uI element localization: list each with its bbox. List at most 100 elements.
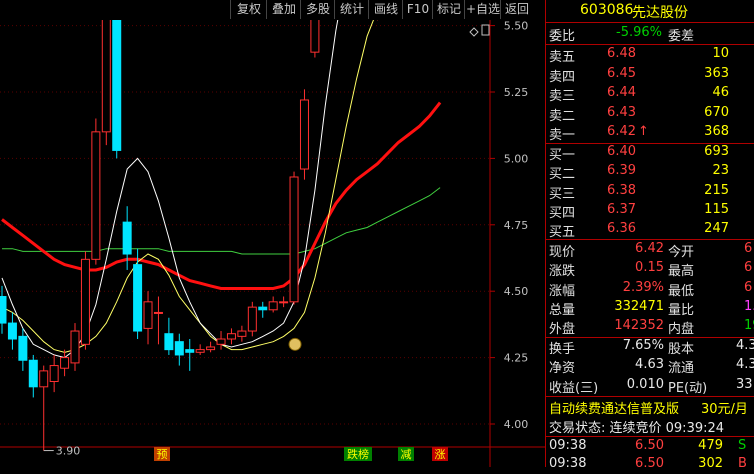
stat-value: 6 — [744, 260, 753, 276]
stat-label: 流通 — [668, 361, 695, 377]
y-tick-label: 5.00 — [504, 152, 529, 165]
tick-price: 6.50 — [635, 456, 664, 471]
buy-volume: 215 — [704, 182, 729, 198]
candle-body — [195, 349, 205, 353]
stat-row: 换手 7.65% 股本 4.3 — [546, 338, 754, 357]
toolbar-button-1[interactable]: 叠加 — [266, 0, 301, 19]
tick-side: B — [738, 456, 747, 471]
ma-white-line — [1, 20, 339, 359]
y-tick-label: 4.00 — [504, 418, 529, 431]
candle-body — [28, 359, 38, 388]
banner-text[interactable]: 自动续费通达信普及版 — [549, 398, 679, 417]
toolbar-button-2[interactable]: 多股 — [300, 0, 335, 19]
y-tick-label: 4.50 — [504, 285, 529, 298]
toolbar-button-7[interactable]: +自选 — [464, 0, 501, 19]
buy-row[interactable]: 买三 6.38 215 — [546, 183, 754, 202]
candle-body — [143, 301, 153, 329]
toolbar-button-8[interactable]: 返回 — [500, 0, 533, 19]
toolbar-button-3[interactable]: 统计 — [334, 0, 369, 19]
trade-status-text: 交易状态: 连续竞价 09:39:24 — [549, 421, 725, 436]
stat-label: PE(动) — [668, 380, 708, 396]
weibi-value: -5.96% — [616, 25, 662, 40]
sell-row[interactable]: 卖二 6.43 670 — [546, 105, 754, 124]
sell-label: 卖四 — [549, 69, 576, 85]
candle-body — [174, 341, 184, 356]
sell-row[interactable]: 卖五 6.48 10 — [546, 46, 754, 65]
toolbar-button-4[interactable]: 画线 — [368, 0, 403, 19]
candle-body — [39, 370, 49, 388]
sell-row[interactable]: 卖四 6.45 363 — [546, 66, 754, 85]
kline-chart[interactable]: 6.506.256.005.755.505.255.004.754.504.25… — [0, 20, 545, 467]
event-marker-label: 减 — [401, 448, 412, 461]
candle-body — [122, 221, 132, 255]
sell-price: 6.44 — [607, 85, 636, 100]
stat-label: 最高 — [668, 264, 695, 280]
window-icon — [481, 24, 490, 36]
chart-toolbar: 复权 叠加 多股 统计 画线 F10 标记 +自选 返回 — [0, 0, 545, 20]
divider — [546, 22, 754, 23]
divider — [546, 239, 754, 240]
candle-body — [289, 176, 299, 303]
candle-body — [226, 333, 236, 340]
buy-price: 6.37 — [607, 201, 636, 217]
stat-value: 1. — [744, 298, 754, 314]
stat-value: 2.39% — [622, 279, 664, 295]
buy-label: 买三 — [549, 186, 576, 202]
candle-body — [80, 258, 90, 345]
candle-body — [268, 301, 278, 311]
coin-marker-icon — [288, 337, 302, 351]
stat-label: 量比 — [668, 302, 695, 318]
stat-label: 外盘 — [549, 322, 576, 338]
event-marker-label: 涨 — [435, 448, 446, 461]
stat-row: 涨幅 2.39% 最低 6 — [546, 280, 754, 299]
buy-row[interactable]: 买五 6.36 247 — [546, 221, 754, 240]
sell-price: 6.43 — [607, 104, 636, 120]
stat-row: 净资 4.63 流通 4.3 — [546, 357, 754, 376]
stat-label: 净资 — [549, 361, 576, 377]
toolbar-button-6[interactable]: 标记 — [432, 0, 465, 19]
buy-price: 6.40 — [607, 144, 636, 159]
candle-body — [91, 131, 101, 260]
buy-volume: 115 — [704, 201, 729, 217]
sell-label: 卖二 — [549, 108, 576, 124]
stat-label: 总量 — [549, 302, 576, 318]
stock-name: 先达股份 — [632, 5, 688, 21]
stat-value: 4.3 — [736, 338, 754, 353]
candle-body — [0, 296, 7, 324]
stat-label: 股本 — [668, 342, 695, 357]
candle-body — [153, 311, 163, 314]
candle-body — [206, 346, 216, 351]
tick-side: S — [738, 438, 747, 453]
buy-price: 6.39 — [607, 163, 636, 179]
tick-volume: 479 — [698, 438, 723, 453]
candle-body — [60, 357, 70, 369]
stock-code: 603086 — [580, 2, 634, 18]
buy-row[interactable]: 买四 6.37 115 — [546, 202, 754, 221]
sell-volume: 670 — [704, 104, 729, 120]
tick-volume: 302 — [698, 456, 723, 471]
buy-label: 买四 — [549, 205, 576, 221]
sell-label: 卖一 — [549, 128, 576, 143]
banner-price[interactable]: 30元/月 — [701, 398, 748, 417]
toolbar-button-5[interactable]: F10 — [402, 0, 433, 19]
sell-volume: 363 — [704, 65, 729, 81]
sell-row[interactable]: 卖一 6.42 ↑ 368 — [546, 124, 754, 143]
toolbar-button-0[interactable]: 复权 — [230, 0, 267, 19]
tick-row: 09:38 6.50 302 B — [546, 456, 754, 474]
stat-label: 现价 — [549, 245, 576, 260]
sell-row[interactable]: 卖三 6.44 46 — [546, 85, 754, 104]
promo-banner[interactable]: 自动续费通达信普及版 30元/月 — [546, 398, 754, 417]
event-marker-label: 预 — [157, 448, 168, 461]
tick-time: 09:38 — [549, 456, 587, 471]
stat-label: 涨跌 — [549, 264, 576, 280]
candle-body — [310, 20, 320, 53]
divider — [546, 44, 754, 45]
candle-body — [101, 20, 111, 133]
candle-body — [18, 335, 28, 361]
candle-body — [237, 330, 247, 337]
candle-body — [247, 306, 257, 332]
buy-row[interactable]: 买二 6.39 23 — [546, 163, 754, 182]
buy-row[interactable]: 买一 6.40 693 — [546, 144, 754, 163]
stat-label: 换手 — [549, 342, 576, 357]
stat-value: 6 — [744, 241, 753, 256]
